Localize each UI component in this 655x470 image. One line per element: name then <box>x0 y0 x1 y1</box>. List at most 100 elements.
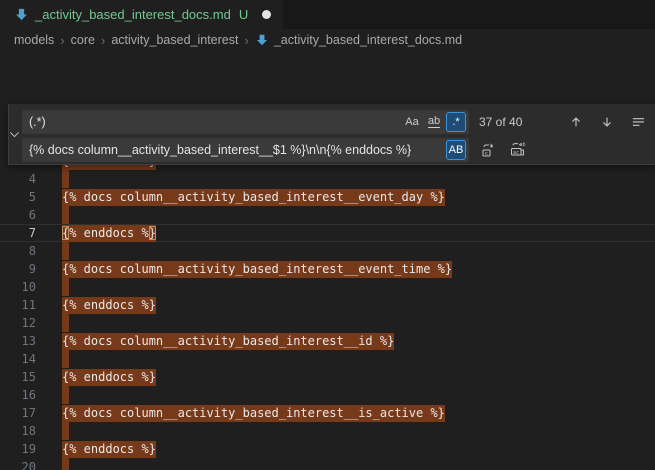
line-number: 18 <box>0 424 36 438</box>
find-input[interactable]: (.*) Aa ab .* <box>22 110 469 134</box>
breadcrumb-item[interactable]: core <box>71 33 95 47</box>
breadcrumb-item[interactable]: activity_based_interest <box>111 33 238 47</box>
empty-line-find-match <box>62 278 69 296</box>
editor-line[interactable]: 12 <box>0 314 655 332</box>
line-content: {% docs column__activity_based_interest_… <box>62 190 445 204</box>
match-results-count: 37 of 40 <box>479 115 539 129</box>
tab-bar: _activity_based_interest_docs.md U <box>0 0 655 29</box>
line-content <box>62 278 69 296</box>
editor-line[interactable]: 13 {% docs column__activity_based_interes… <box>0 332 655 350</box>
line-number: 17 <box>0 406 36 420</box>
tab-title: _activity_based_interest_docs.md <box>35 7 231 22</box>
line-content: {% docs column__activity_based_interest_… <box>62 334 394 348</box>
svg-text:ab: ab <box>519 142 525 148</box>
line-content <box>62 422 69 440</box>
line-content <box>62 350 69 368</box>
next-match-button[interactable] <box>596 111 618 133</box>
empty-line-find-match <box>62 242 69 260</box>
editor-line[interactable]: 17 {% docs column__activity_based_interes… <box>0 404 655 422</box>
breadcrumb-separator: › <box>99 33 107 48</box>
line-number: 20 <box>0 460 36 470</box>
bracket-match-close: } <box>149 226 156 240</box>
line-content: {% enddocs %} <box>62 298 156 312</box>
find-match-highlight: {% enddocs %} <box>62 297 156 314</box>
replace-all-button[interactable]: ab ac <box>506 139 528 161</box>
svg-text:c: c <box>485 151 488 157</box>
editor-line[interactable]: 9 {% docs column__activity_based_interest… <box>0 260 655 278</box>
empty-line-find-match <box>62 314 69 332</box>
editor-line[interactable]: 19{% enddocs %} <box>0 440 655 458</box>
find-match-highlight: {% docs column__activity_based_interest_… <box>62 261 452 278</box>
empty-line-find-match <box>62 386 69 404</box>
replace-input-value[interactable]: {% docs column__activity_based_interest_… <box>29 143 444 157</box>
editor-line[interactable]: 7 {% enddocs %} <box>0 224 655 242</box>
line-number: 12 <box>0 316 36 330</box>
regex-toggle[interactable]: .* <box>446 112 466 132</box>
breadcrumb-item[interactable]: _activity_based_interest_docs.md <box>274 33 462 47</box>
breadcrumb-item[interactable]: models <box>14 33 54 47</box>
find-match-highlight: {% docs column__activity_based_interest_… <box>62 333 394 350</box>
breadcrumb-separator: › <box>242 33 250 48</box>
line-content <box>62 386 69 404</box>
editor-line[interactable]: 8 <box>0 242 655 260</box>
empty-line-find-match <box>62 170 69 188</box>
editor-line[interactable]: 14 <box>0 350 655 368</box>
empty-line-find-match <box>62 458 69 470</box>
svg-text:ac: ac <box>513 150 519 156</box>
editor-tab[interactable]: _activity_based_interest_docs.md U <box>0 0 283 29</box>
line-content: {% enddocs %} <box>62 442 156 456</box>
line-number: 8 <box>0 244 36 258</box>
match-case-toggle[interactable]: Aa <box>402 112 422 132</box>
markdown-file-icon <box>14 7 29 22</box>
find-match-highlight: {% enddocs %} <box>62 225 156 242</box>
find-match-highlight: {% docs column__activity_based_interest_… <box>62 405 445 422</box>
preserve-case-toggle[interactable]: AB <box>446 140 466 160</box>
editor-line[interactable]: 16 <box>0 386 655 404</box>
line-number: 16 <box>0 388 36 402</box>
breadcrumb-separator: › <box>58 33 66 48</box>
replace-input[interactable]: {% docs column__activity_based_interest_… <box>22 138 469 162</box>
line-content <box>62 206 69 224</box>
line-number: 15 <box>0 370 36 384</box>
bracket-match-open: { <box>62 226 69 240</box>
line-number: 4 <box>0 172 36 186</box>
editor-line[interactable]: 4 <box>0 170 655 188</box>
line-number: 10 <box>0 280 36 294</box>
editor-line[interactable]: 10 <box>0 278 655 296</box>
find-match-highlight: {% enddocs %} <box>62 369 156 386</box>
line-number: 13 <box>0 334 36 348</box>
line-content <box>62 314 69 332</box>
line-content: {% docs column__activity_based_interest_… <box>62 262 452 276</box>
breadcrumb-file-icon <box>255 33 270 48</box>
replace-button[interactable]: b c <box>477 139 499 161</box>
editor-line[interactable]: 5{% docs column__activity_based_interest… <box>0 188 655 206</box>
find-input-value[interactable]: (.*) <box>29 115 400 129</box>
find-in-selection-button[interactable] <box>627 111 649 133</box>
empty-line-find-match <box>62 350 69 368</box>
whole-word-toggle[interactable]: ab <box>424 112 444 132</box>
line-number: 6 <box>0 208 36 222</box>
find-replace-widget: (.*) Aa ab .* 37 of 40 <box>8 104 655 165</box>
unsaved-changes-dot[interactable] <box>262 10 271 19</box>
line-content: {% enddocs %} <box>62 370 156 384</box>
git-status-badge: U <box>239 7 248 22</box>
line-content <box>62 170 69 188</box>
line-number: 7 <box>0 226 36 240</box>
line-content <box>62 242 69 260</box>
editor-line[interactable]: 6 <box>0 206 655 224</box>
editor-line[interactable]: 18 <box>0 422 655 440</box>
editor-line[interactable]: 15 {% enddocs %} <box>0 368 655 386</box>
vscode-window: _activity_based_interest_docs.md U model… <box>0 0 655 470</box>
line-content: {% docs column__activity_based_interest_… <box>62 406 445 420</box>
toggle-replace-chevron-icon[interactable] <box>9 104 20 164</box>
editor-pane[interactable]: 1{% docs column__activity_based_interest… <box>0 51 655 470</box>
find-match-highlight: {% enddocs %} <box>62 441 156 458</box>
empty-line-find-match <box>62 206 69 224</box>
editor-line[interactable]: 11 {% enddocs %} <box>0 296 655 314</box>
empty-line-find-match <box>62 422 69 440</box>
editor-line[interactable]: 20 <box>0 458 655 470</box>
editor-lines: 1{% docs column__activity_based_interest… <box>0 116 655 470</box>
line-number: 9 <box>0 262 36 276</box>
line-number: 11 <box>0 298 36 312</box>
previous-match-button[interactable] <box>565 111 587 133</box>
